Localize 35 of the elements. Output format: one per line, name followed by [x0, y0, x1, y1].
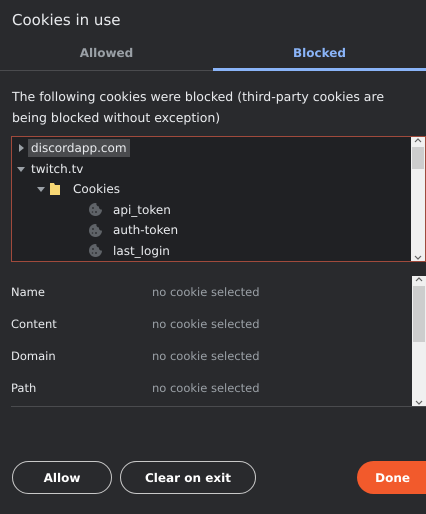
- tree-item[interactable]: twitch.tv: [28, 160, 86, 178]
- scroll-down-icon[interactable]: [415, 400, 423, 406]
- tab[interactable]: Allowed: [0, 39, 213, 71]
- field-label: Path: [11, 381, 38, 395]
- tree-item[interactable]: last_login: [110, 242, 173, 260]
- scroll-up-icon[interactable]: [415, 276, 423, 282]
- field-value: no cookie selected: [152, 381, 260, 395]
- cookie-icon: [88, 222, 103, 238]
- scroll-thumb[interactable]: [413, 286, 425, 342]
- scrollbar[interactable]: [412, 276, 426, 406]
- folder-icon: [48, 182, 62, 196]
- tab[interactable]: Blocked: [213, 39, 426, 71]
- action-button[interactable]: Allow: [12, 461, 112, 494]
- collapsed-caret-icon[interactable]: [17, 144, 25, 152]
- scrollbar[interactable]: [411, 137, 425, 261]
- field-label: Name: [11, 285, 46, 299]
- scroll-up-icon[interactable]: [414, 137, 422, 143]
- action-button[interactable]: Clear on exit: [120, 461, 256, 494]
- tree-item[interactable]: api_token: [110, 200, 174, 219]
- tree-item[interactable]: auth-token: [110, 221, 182, 240]
- field-label: Content: [11, 317, 58, 331]
- expanded-caret-icon[interactable]: [37, 185, 45, 194]
- scroll-down-icon[interactable]: [414, 255, 422, 261]
- scroll-thumb[interactable]: [412, 147, 424, 169]
- tree-item[interactable]: discordapp.com: [28, 139, 130, 158]
- field-value: no cookie selected: [152, 349, 260, 363]
- tree-item[interactable]: Cookies: [70, 180, 123, 198]
- description-text: The following cookies were blocked (third-party cookies are being blocked without exception): [11, 88, 386, 126]
- expanded-caret-icon[interactable]: [17, 164, 25, 173]
- field-label: Domain: [11, 349, 57, 363]
- field-value: no cookie selected: [152, 317, 260, 331]
- field-value: no cookie selected: [152, 285, 260, 299]
- cookie-icon: [88, 202, 103, 218]
- window-title: Cookies in use: [11, 10, 122, 31]
- cookie-icon: [88, 243, 103, 258]
